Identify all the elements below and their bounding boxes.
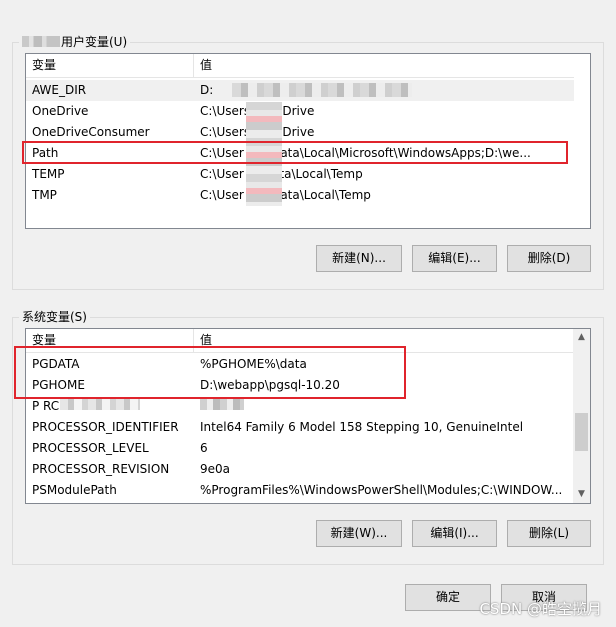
system-delete-button[interactable]: 删除(L) [507,520,591,547]
list-item-awe-dir[interactable]: AWE_DIR D: [26,80,574,101]
var-name: OneDrive [32,104,89,118]
var-value: %PGHOME%\data [200,357,307,371]
list-item-onedriveconsumer[interactable]: OneDriveConsumer C:\Users\ OneDrive [26,122,574,143]
system-variables-list[interactable]: 变量 值 PGDATA %PGHOME%\data PGHOME D:\weba… [25,328,591,504]
var-value: Intel64 Family 6 Model 158 Stepping 10, … [200,420,524,434]
var-value: D:\webapp\pgsql-10.20 [200,378,340,392]
column-header-value[interactable]: 值 [194,329,574,352]
scroll-down-arrow-icon[interactable]: ▼ [573,486,590,503]
var-value: C:\User ppData\Local\Temp [200,167,363,181]
var-value: C:\Users\ OneDrive [200,125,315,139]
user-new-button[interactable]: 新建(N)... [316,245,402,272]
var-name: TEMP [32,167,65,181]
var-name: Path [32,146,59,160]
var-name: PROCESSOR_IDENTIFIER [32,420,179,434]
scroll-up-arrow-icon[interactable]: ▲ [573,329,590,346]
var-value: C:\User AppData\Local\Microsoft\WindowsA… [200,146,531,160]
list-item-processor-architecture[interactable]: P RCHITECT [26,396,574,417]
user-variables-list[interactable]: 变量 值 AWE_DIR D: OneDrive C:\Users\ OneDr… [25,53,591,229]
list-item-onedrive[interactable]: OneDrive C:\Users\ OneDrive [26,101,574,122]
scrollbar-thumb[interactable] [575,413,588,451]
user-delete-button[interactable]: 删除(D) [507,245,591,272]
var-name: P RCHITECT [32,399,103,413]
list-item-path[interactable]: Path C:\User AppData\Local\Microsoft\Win… [26,143,574,164]
var-name: PGDATA [32,357,80,371]
var-value: 9e0a [200,462,231,476]
column-header-value[interactable]: 值 [194,54,574,77]
var-value: C:\Users\ OneDrive [200,104,315,118]
user-variables-label: 用户变量(U) [61,35,128,49]
list-item-processor-identifier[interactable]: PROCESSOR_IDENTIFIER Intel64 Family 6 Mo… [26,417,574,438]
var-name: AWE_DIR [32,83,87,97]
var-name: OneDriveConsumer [32,125,150,139]
var-value: C:\User AppData\Local\Temp [200,188,371,202]
list-item-psmodulepath[interactable]: PSModulePath %ProgramFiles%\WindowsPower… [26,480,574,501]
list-item-processor-revision[interactable]: PROCESSOR_REVISION 9e0a [26,459,574,480]
user-edit-button[interactable]: 编辑(E)... [412,245,497,272]
user-list-header: 变量 值 [26,54,574,78]
system-list-header: 变量 值 [26,329,574,353]
system-edit-button[interactable]: 编辑(I)... [412,520,497,547]
var-value: %ProgramFiles%\WindowsPowerShell\Modules… [200,483,563,497]
var-name: TMP [32,188,57,202]
var-name: PGHOME [32,378,85,392]
list-item-temp[interactable]: TEMP C:\User ppData\Local\Temp [26,164,574,185]
list-item-tmp[interactable]: TMP C:\User AppData\Local\Temp [26,185,574,206]
redacted-username [22,36,60,47]
system-new-button[interactable]: 新建(W)... [316,520,402,547]
column-header-variable[interactable]: 变量 [26,329,194,352]
var-name: PSModulePath [32,483,117,497]
watermark-text: CSDN @皓空揽月 [479,600,602,618]
var-value: D: [200,83,214,97]
system-variables-title: 系统变量(S) [19,309,90,325]
list-item-processor-level[interactable]: PROCESSOR_LEVEL 6 [26,438,574,459]
var-name: PROCESSOR_REVISION [32,462,170,476]
var-name: PROCESSOR_LEVEL [32,441,149,455]
list-item-pgdata[interactable]: PGDATA %PGHOME%\data [26,354,574,375]
user-variables-title: 用户变量(U) [19,34,131,50]
vertical-scrollbar[interactable]: ▲ ▼ [573,329,590,503]
var-value: 6 [200,441,208,455]
list-item-pghome[interactable]: PGHOME D:\webapp\pgsql-10.20 [26,375,574,396]
column-header-variable[interactable]: 变量 [26,54,194,77]
